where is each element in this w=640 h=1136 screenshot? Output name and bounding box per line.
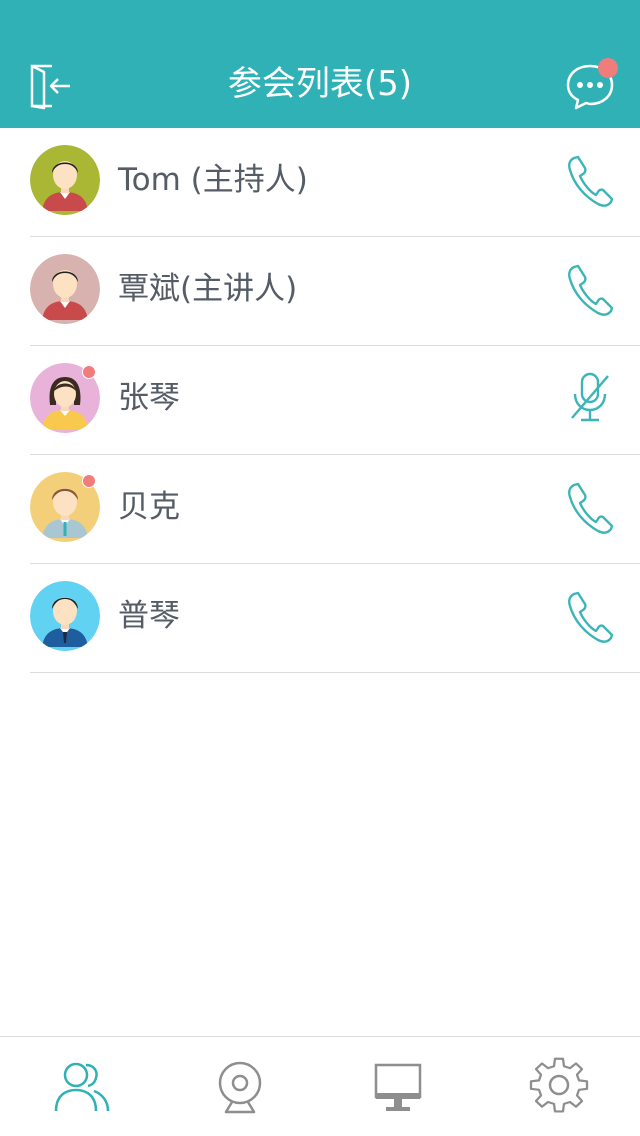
tab-participants[interactable] [50, 1057, 114, 1117]
participant-name: 普琴 [118, 598, 180, 634]
avatar [30, 145, 100, 215]
call-button[interactable] [564, 477, 616, 537]
participant-row[interactable]: 普琴 [0, 564, 640, 673]
tab-video[interactable] [208, 1057, 272, 1117]
status-dot [82, 365, 96, 379]
avatar [30, 472, 100, 542]
male-avatar-pink [30, 254, 100, 324]
male-avatar-blue [30, 581, 100, 651]
mute-button[interactable] [564, 368, 616, 428]
webcam-icon [218, 1061, 262, 1114]
male-avatar-green [30, 145, 100, 215]
tab-settings[interactable] [527, 1057, 591, 1117]
participant-name: 张琴 [118, 380, 180, 416]
participant-row[interactable]: Tom (主持人) [0, 128, 640, 237]
mic-muted-icon [571, 372, 609, 422]
participant-name: Tom (主持人) [118, 162, 308, 198]
call-button[interactable] [564, 259, 616, 319]
chat-button[interactable] [562, 58, 618, 114]
tab-screen-share[interactable] [366, 1057, 430, 1117]
status-dot [82, 474, 96, 488]
phone-icon [568, 155, 614, 207]
page-title: 参会列表(5) [227, 64, 413, 104]
participant-name: 贝克 [118, 489, 180, 525]
participant-name: 覃斌(主讲人) [118, 271, 298, 307]
participant-row[interactable]: 覃斌(主讲人) [0, 237, 640, 346]
call-button[interactable] [564, 586, 616, 646]
participant-row[interactable]: 贝克 [0, 455, 640, 564]
bottom-tab-bar [0, 1036, 640, 1136]
participant-row[interactable]: 张琴 [0, 346, 640, 455]
row-divider [30, 672, 640, 673]
call-button[interactable] [564, 150, 616, 210]
phone-icon [568, 264, 614, 316]
participants-icon [54, 1062, 110, 1112]
app-header: 参会列表(5) [0, 0, 640, 128]
screen-share-icon [374, 1063, 422, 1111]
settings-gear-icon [529, 1057, 589, 1113]
phone-icon [568, 482, 614, 534]
phone-icon [568, 591, 614, 643]
participant-list: Tom (主持人) 覃斌(主讲人) 张琴 贝克 普琴 [0, 128, 640, 673]
chat-notification-badge [598, 58, 618, 78]
avatar [30, 581, 100, 651]
avatar [30, 363, 100, 433]
avatar [30, 254, 100, 324]
